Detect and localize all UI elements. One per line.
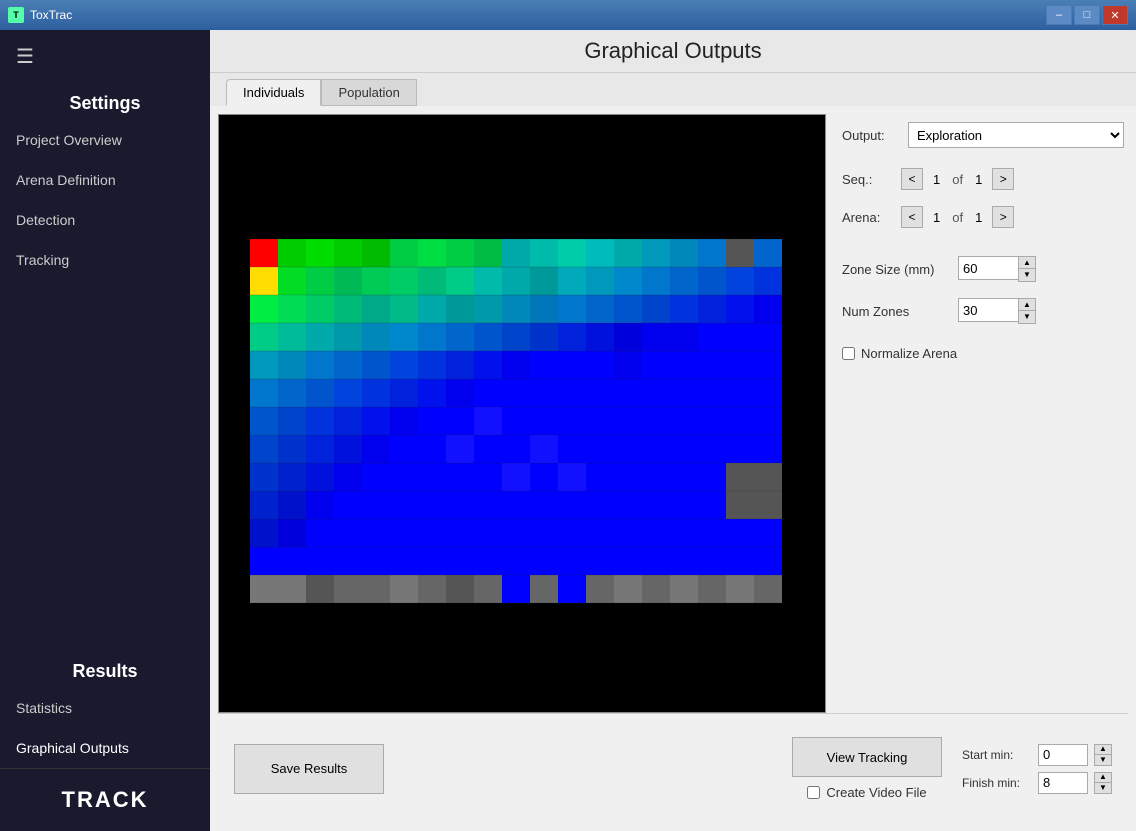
finish-min-input[interactable] bbox=[1038, 772, 1088, 794]
tabs-row: Individuals Population bbox=[210, 73, 1136, 106]
bottom-panel: Save Results View Tracking Create Video … bbox=[218, 713, 1128, 823]
sidebar-item-detection[interactable]: Detection bbox=[0, 200, 210, 240]
seq-prev-button[interactable]: < bbox=[901, 168, 923, 190]
output-dropdown-wrapper: Exploration Heatmap Path bbox=[908, 122, 1124, 148]
min-controls: Start min: ▲ ▼ Finish min: ▲ bbox=[962, 744, 1112, 794]
arena-prev-button[interactable]: < bbox=[901, 206, 923, 228]
top-panel: // This SVG content is generated inline … bbox=[218, 114, 1128, 713]
arena-total: 1 bbox=[969, 210, 988, 225]
seq-nav-row: Seq.: < 1 of 1 > bbox=[842, 168, 1124, 190]
output-select[interactable]: Exploration Heatmap Path bbox=[908, 122, 1124, 148]
seq-next-button[interactable]: > bbox=[992, 168, 1014, 190]
right-panel: Output: Exploration Heatmap Path Seq.: bbox=[838, 114, 1128, 713]
sidebar-item-project-overview[interactable]: Project Overview bbox=[0, 120, 210, 160]
num-zones-spinbtns: ▲ ▼ bbox=[1018, 298, 1036, 324]
app-name: ToxTrac bbox=[30, 8, 1046, 22]
finish-min-row: Finish min: ▲ ▼ bbox=[962, 772, 1112, 794]
num-zones-up-button[interactable]: ▲ bbox=[1019, 299, 1035, 311]
page-header: Graphical Outputs bbox=[210, 30, 1136, 73]
start-min-label: Start min: bbox=[962, 748, 1032, 762]
output-control-row: Output: Exploration Heatmap Path bbox=[842, 122, 1124, 148]
arena-of-label: of bbox=[950, 210, 965, 225]
tab-individuals[interactable]: Individuals bbox=[226, 79, 321, 106]
settings-label: Settings bbox=[0, 83, 210, 120]
track-button[interactable]: TRACK bbox=[0, 768, 210, 831]
normalize-label: Normalize Arena bbox=[861, 346, 957, 361]
normalize-row: Normalize Arena bbox=[842, 346, 1124, 361]
app-body: ☰ Settings Project Overview Arena Defini… bbox=[0, 30, 1136, 831]
arena-nav-row: Arena: < 1 of 1 > bbox=[842, 206, 1124, 228]
start-min-up-button[interactable]: ▲ bbox=[1095, 745, 1111, 755]
save-results-button[interactable]: Save Results bbox=[234, 744, 384, 794]
sidebar-item-tracking[interactable]: Tracking bbox=[0, 240, 210, 280]
title-bar: T ToxTrac – □ ✕ bbox=[0, 0, 1136, 30]
bottom-right: View Tracking Create Video File Start mi… bbox=[792, 737, 1112, 800]
arena-value: 1 bbox=[927, 210, 946, 225]
heatmap-container: // This SVG content is generated inline … bbox=[218, 114, 826, 713]
minimize-button[interactable]: – bbox=[1046, 5, 1072, 25]
normalize-checkbox[interactable] bbox=[842, 347, 855, 360]
sidebar-item-statistics[interactable]: Statistics bbox=[0, 688, 210, 728]
zone-size-row: Zone Size (mm) ▲ ▼ bbox=[842, 256, 1124, 282]
num-zones-input[interactable] bbox=[958, 298, 1018, 322]
zone-size-up-button[interactable]: ▲ bbox=[1019, 257, 1035, 269]
arena-next-button[interactable]: > bbox=[992, 206, 1014, 228]
finish-min-up-button[interactable]: ▲ bbox=[1095, 773, 1111, 783]
zone-size-spinner: ▲ ▼ bbox=[958, 256, 1036, 282]
start-min-row: Start min: ▲ ▼ bbox=[962, 744, 1112, 766]
sidebar-item-arena-definition[interactable]: Arena Definition bbox=[0, 160, 210, 200]
create-video-row: Create Video File bbox=[807, 785, 926, 800]
sidebar: ☰ Settings Project Overview Arena Defini… bbox=[0, 30, 210, 831]
arena-label: Arena: bbox=[842, 210, 897, 225]
main-content: Graphical Outputs Individuals Population… bbox=[210, 30, 1136, 831]
start-min-input[interactable] bbox=[1038, 744, 1088, 766]
finish-min-label: Finish min: bbox=[962, 776, 1032, 790]
sidebar-item-graphical-outputs[interactable]: Graphical Outputs bbox=[0, 728, 210, 768]
zone-size-label: Zone Size (mm) bbox=[842, 262, 952, 277]
finish-min-spinbtns: ▲ ▼ bbox=[1094, 772, 1112, 794]
tab-population[interactable]: Population bbox=[321, 79, 416, 106]
seq-of-label: of bbox=[950, 172, 965, 187]
create-video-label: Create Video File bbox=[826, 785, 926, 800]
num-zones-down-button[interactable]: ▼ bbox=[1019, 311, 1035, 323]
seq-total: 1 bbox=[969, 172, 988, 187]
menu-button[interactable]: ☰ bbox=[0, 30, 210, 83]
view-tracking-button[interactable]: View Tracking bbox=[792, 737, 942, 777]
seq-value: 1 bbox=[927, 172, 946, 187]
app-icon: T bbox=[8, 7, 24, 23]
create-video-checkbox[interactable] bbox=[807, 786, 820, 799]
window-controls[interactable]: – □ ✕ bbox=[1046, 5, 1128, 25]
close-button[interactable]: ✕ bbox=[1102, 5, 1128, 25]
results-label: Results bbox=[0, 649, 210, 688]
heatmap-visualization: // This SVG content is generated inline … bbox=[240, 184, 805, 644]
zone-size-input[interactable] bbox=[958, 256, 1018, 280]
num-zones-label: Num Zones bbox=[842, 304, 952, 319]
num-zones-spinner: ▲ ▼ bbox=[958, 298, 1036, 324]
finish-min-down-button[interactable]: ▼ bbox=[1095, 783, 1111, 793]
maximize-button[interactable]: □ bbox=[1074, 5, 1100, 25]
seq-label: Seq.: bbox=[842, 172, 897, 187]
zone-size-down-button[interactable]: ▼ bbox=[1019, 269, 1035, 281]
start-min-spinbtns: ▲ ▼ bbox=[1094, 744, 1112, 766]
zone-size-spinbtns: ▲ ▼ bbox=[1018, 256, 1036, 282]
num-zones-row: Num Zones ▲ ▼ bbox=[842, 298, 1124, 324]
content-area: // This SVG content is generated inline … bbox=[210, 106, 1136, 831]
start-min-down-button[interactable]: ▼ bbox=[1095, 755, 1111, 765]
page-title: Graphical Outputs bbox=[226, 38, 1120, 64]
output-label: Output: bbox=[842, 128, 902, 143]
